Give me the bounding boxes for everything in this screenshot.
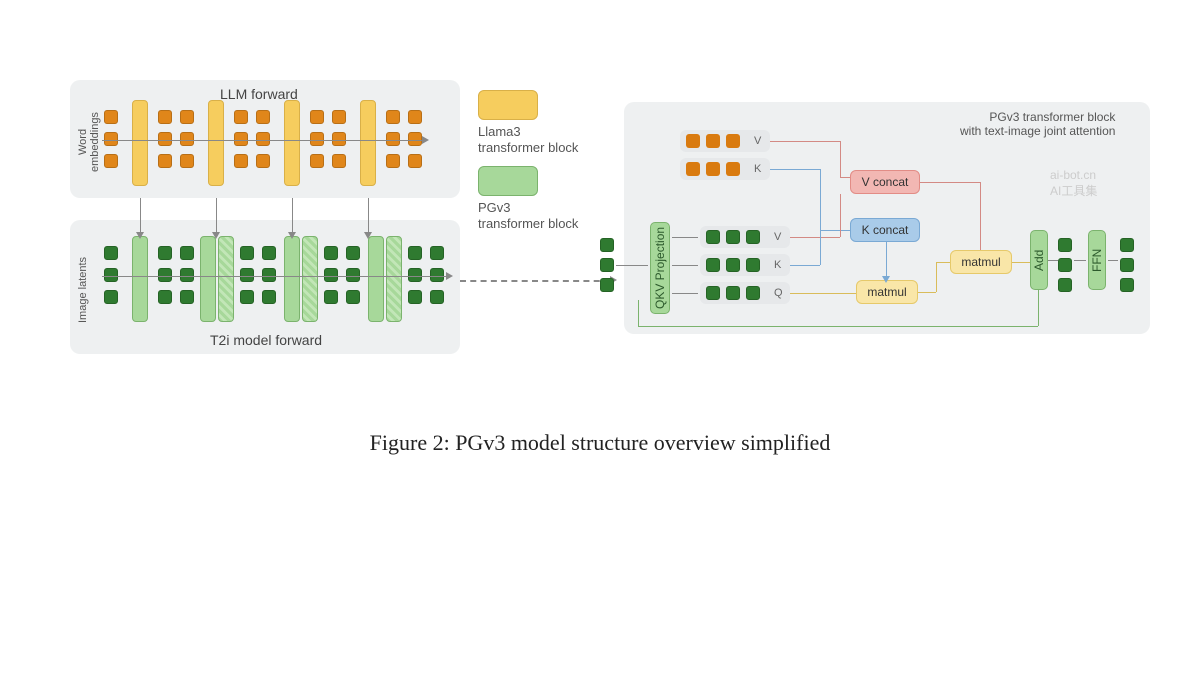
text-v-label: V [754,135,761,147]
legend-green-text: PGv3 transformer block [478,200,578,231]
text-k-label: K [754,163,761,175]
legend-yellow-swatch [478,90,538,120]
t2i-ylabel: Image latents [77,250,89,330]
img-k-label: K [774,259,781,271]
figure-caption: Figure 2: PGv3 model structure overview … [0,430,1200,456]
legend-green-swatch [478,166,538,196]
img-v-label: V [774,231,781,243]
t2i-title: T2i model forward [210,332,322,348]
right-title: PGv3 transformer block with text-image j… [960,110,1115,139]
qkv-projection: QKV Projection [650,222,670,314]
watermark: ai-bot.cn AI工具集 [1050,168,1097,199]
add-block: Add [1030,230,1048,290]
v-concat: V concat [850,170,920,194]
matmul-2: matmul [950,250,1012,274]
llm-ylabel: Word embeddings [77,102,101,182]
k-concat: K concat [850,218,920,242]
legend-yellow-text: Llama3 transformer block [478,124,578,155]
dashed-connector [460,280,610,282]
ffn-block: FFN [1088,230,1106,290]
img-q-label: Q [774,287,783,299]
